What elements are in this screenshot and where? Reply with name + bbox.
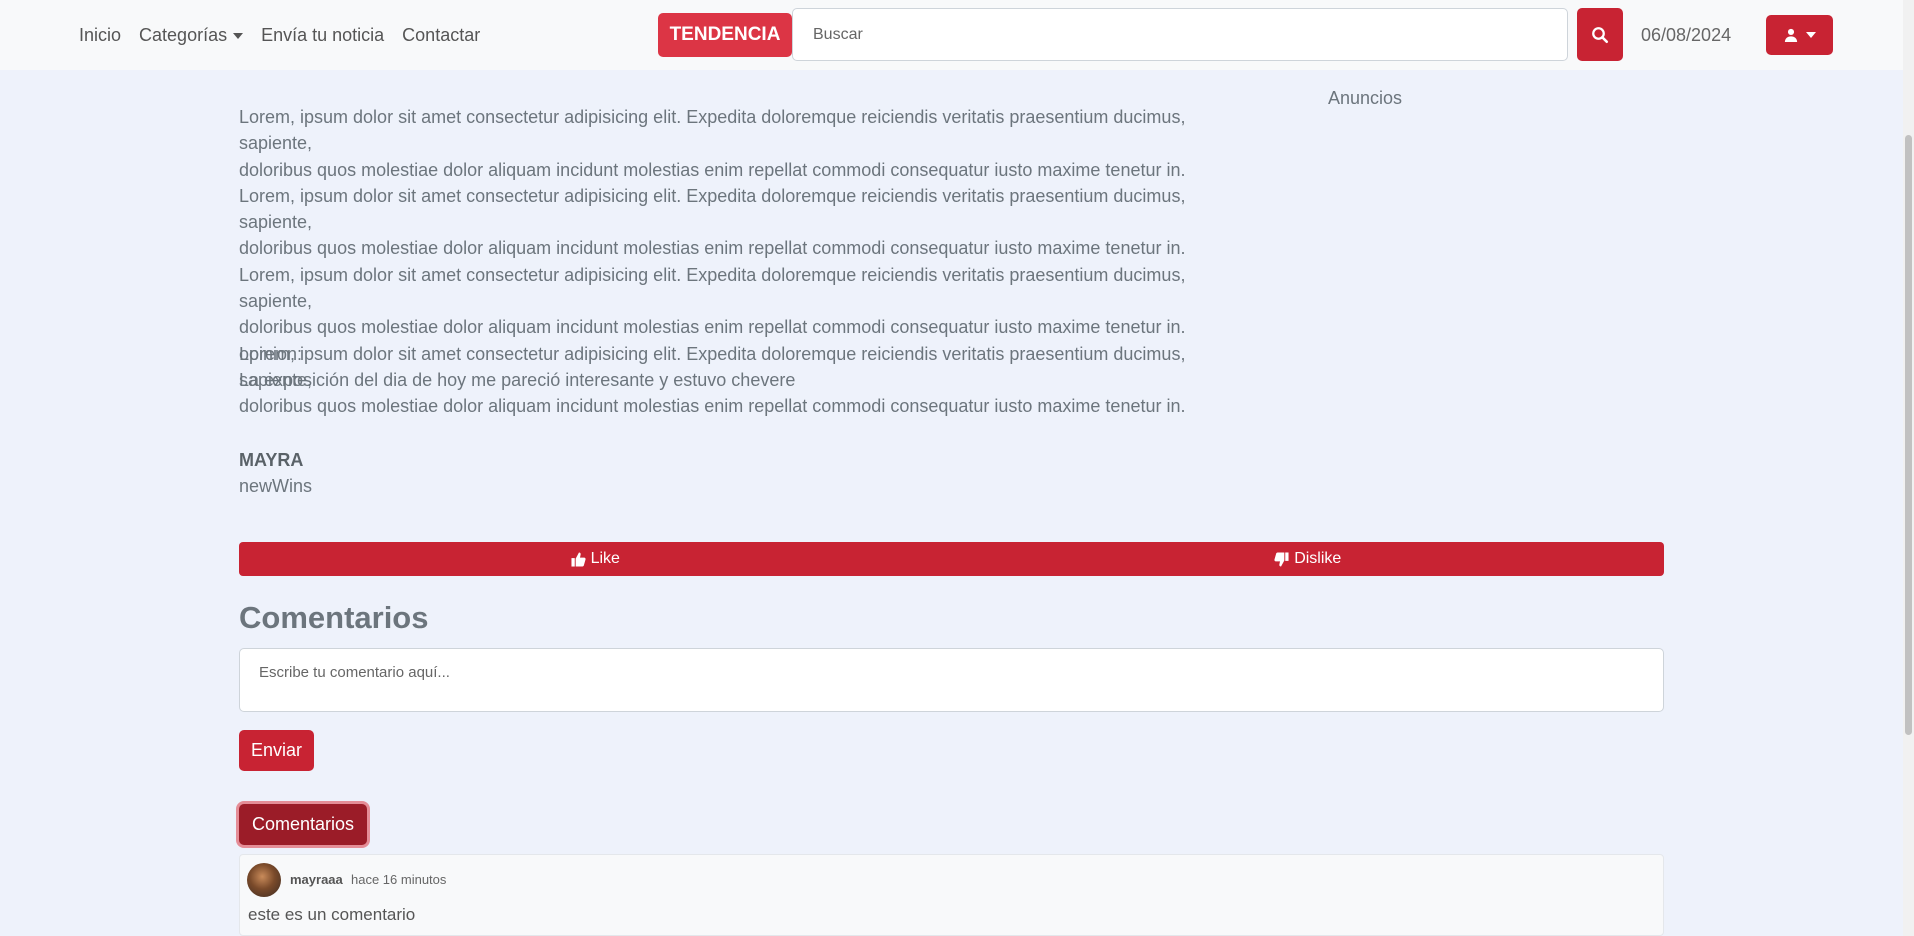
thumbs-up-icon <box>571 551 586 567</box>
article-line: doloribus quos molestiae dolor aliquam i… <box>239 317 1186 338</box>
comment-username: mayraaa <box>290 872 343 887</box>
article-line: Lorem, ipsum dolor sit amet consectetur … <box>239 107 1186 154</box>
comment-item: mayraaa hace 16 minutos este es un comen… <box>239 854 1664 936</box>
opinion-label: opinion: <box>239 344 303 364</box>
nav-link-categorias[interactable]: Categorías <box>139 24 244 46</box>
ads-label: Anuncios <box>1328 88 1403 108</box>
article-line: doloribus quos molestiae dolor aliquam i… <box>239 238 1186 259</box>
article-line: Lorem, ipsum dolor sit amet consectetur … <box>239 264 1186 312</box>
search-icon <box>1592 26 1609 43</box>
article-line: doloribus quos molestiae dolor aliquam i… <box>239 396 1186 417</box>
search-input[interactable] <box>792 8 1568 61</box>
author-section: MAYRA newWins <box>239 447 312 500</box>
scrollbar-thumb[interactable] <box>1905 135 1912 735</box>
comment-timestamp: hace 16 minutos <box>351 872 447 887</box>
reaction-bar: Like Dislike <box>239 542 1664 576</box>
user-icon <box>1784 28 1797 42</box>
top-navbar: Inicio Categorías Envía tu noticia Conta… <box>0 0 1914 70</box>
thumbs-down-icon <box>1274 551 1289 567</box>
author-org: newWins <box>239 476 313 497</box>
dislike-button[interactable]: Dislike <box>952 542 1665 576</box>
nav-link-categorias-label: Categorías <box>139 24 228 45</box>
article-line: doloribus quos molestiae dolor aliquam i… <box>239 159 1186 180</box>
comment-textarea[interactable] <box>239 648 1664 712</box>
nav-link-envia-noticia[interactable]: Envía tu noticia <box>261 25 384 46</box>
opinion-section: opinion: La exposición del dia de hoy me… <box>239 341 795 394</box>
author-name: MAYRA <box>239 450 304 470</box>
nav-link-inicio[interactable]: Inicio <box>79 25 121 46</box>
nav-link-contactar[interactable]: Contactar <box>402 25 480 46</box>
send-comment-button[interactable]: Enviar <box>239 730 314 771</box>
comment-text: este es un comentario <box>248 905 416 924</box>
opinion-text: La exposición del dia de hoy me pareció … <box>239 370 796 391</box>
nav-links: Inicio Categorías Envía tu noticia Conta… <box>79 0 480 70</box>
trending-badge[interactable]: TENDENCIA <box>658 13 792 57</box>
chevron-down-icon <box>233 32 244 39</box>
chevron-down-icon <box>1805 32 1816 38</box>
avatar <box>247 863 281 897</box>
user-menu-button[interactable] <box>1766 15 1833 55</box>
like-button[interactable]: Like <box>239 542 952 576</box>
dislike-label: Dislike <box>1294 550 1342 567</box>
like-label: Like <box>590 550 620 567</box>
toggle-comments-button[interactable]: Comentarios <box>239 804 367 845</box>
search-button[interactable] <box>1577 8 1623 61</box>
article-line: Lorem, ipsum dolor sit amet consectetur … <box>239 185 1186 233</box>
comments-heading: Comentarios <box>239 600 429 635</box>
current-date: 06/08/2024 <box>1641 24 1732 45</box>
